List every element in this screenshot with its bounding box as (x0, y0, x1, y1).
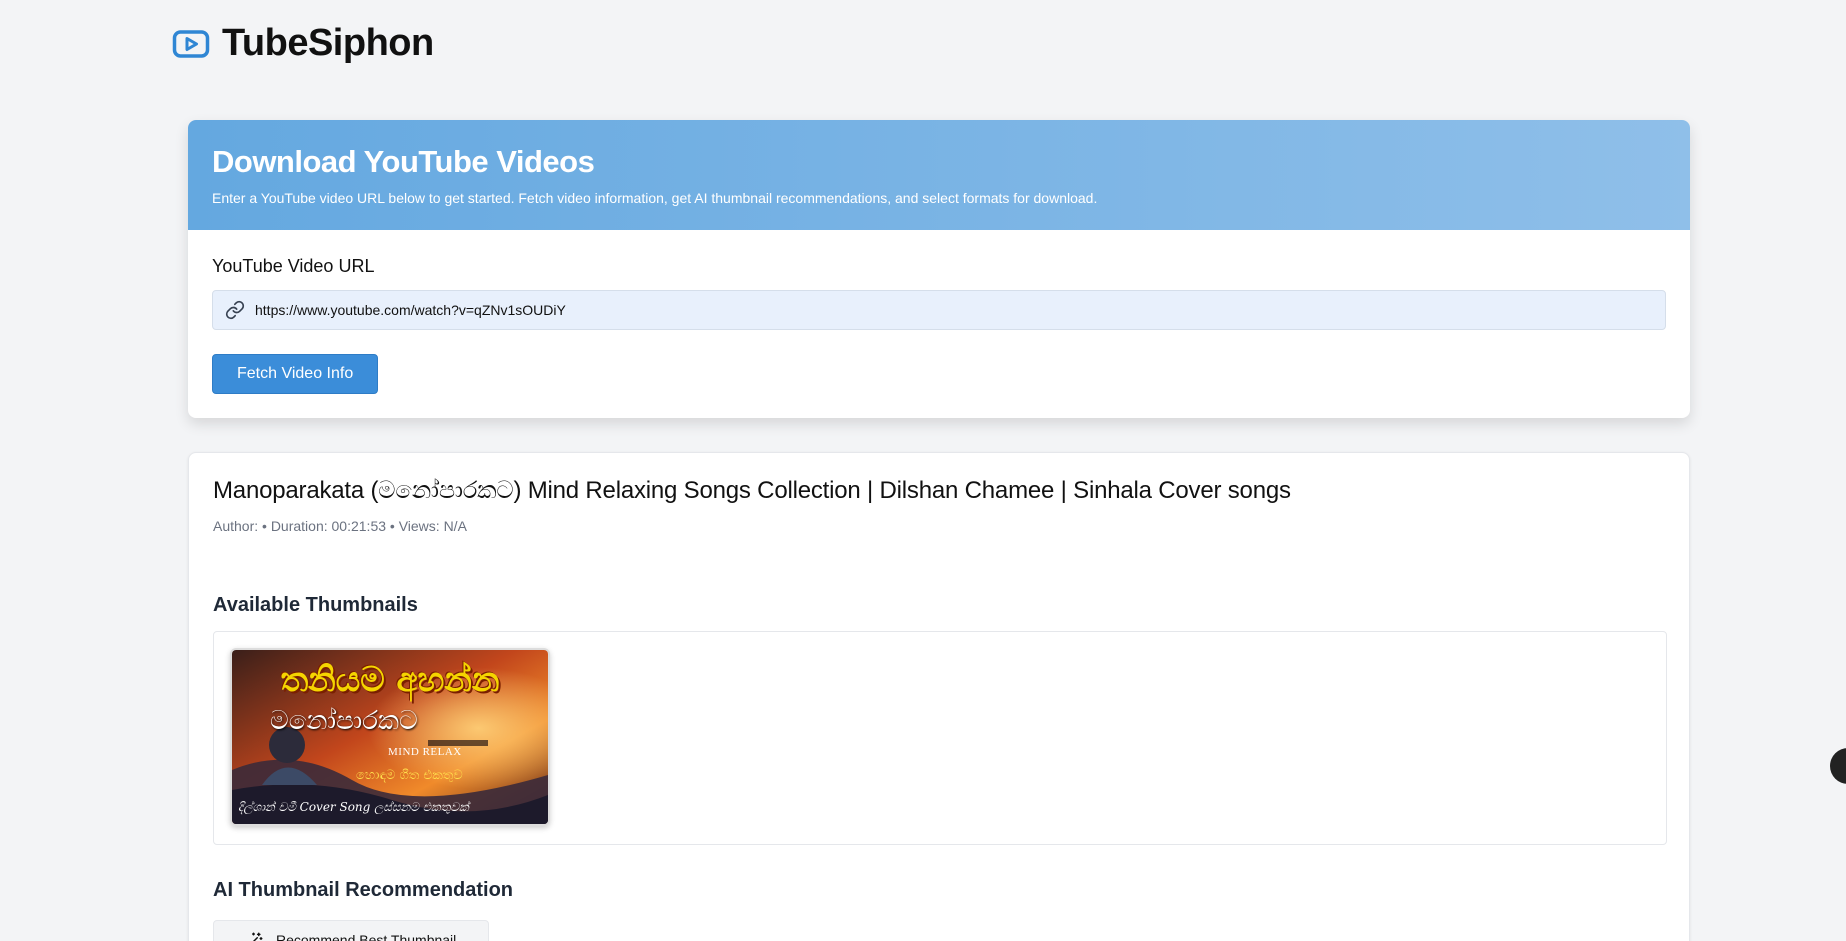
magic-wand-icon (252, 932, 263, 941)
thumbnail-image[interactable]: තනියම අහන්න මනෝපාරකට MIND RELAX හොඳම ගීත… (230, 648, 550, 826)
hero-subtitle: Enter a YouTube video URL below to get s… (212, 190, 1098, 206)
download-card: Download YouTube Videos Enter a YouTube … (188, 120, 1690, 418)
recommend-button-label: Recommend Best Thumbnail (276, 932, 457, 941)
link-icon (225, 300, 245, 320)
hero-title: Download YouTube Videos (212, 144, 595, 179)
url-field[interactable] (212, 290, 1666, 330)
ai-recommendation-heading: AI Thumbnail Recommendation (213, 879, 514, 901)
video-title: Manoparakata (මනෝපාරකට) Mind Relaxing So… (213, 477, 1291, 504)
url-form: YouTube Video URL Fetch Video Info (188, 230, 1690, 418)
thumbnails-heading: Available Thumbnails (213, 594, 418, 616)
hero-banner: Download YouTube Videos Enter a YouTube … (188, 120, 1690, 230)
recommend-thumbnail-button[interactable]: Recommend Best Thumbnail (213, 920, 490, 941)
thumbnail-tag: MIND RELAX (388, 746, 462, 758)
url-input[interactable] (255, 302, 1653, 318)
thumbnails-container: තනියම අහන්න මනෝපාරකට MIND RELAX හොඳම ගීත… (213, 631, 1667, 845)
brand-name[interactable]: TubeSiphon (222, 22, 434, 65)
top-bar: TubeSiphon (172, 22, 434, 65)
thumbnail-footer: දිල්ශාන් චමී Cover Song ලස්සනම එකතුවක් (238, 800, 469, 814)
play-square-icon[interactable] (172, 28, 210, 60)
video-info-card: Manoparakata (මනෝපාරකට) Mind Relaxing So… (188, 452, 1690, 941)
floating-widget-button[interactable] (1830, 748, 1846, 784)
fetch-video-info-button[interactable]: Fetch Video Info (212, 354, 379, 394)
thumbnail-script-title: මනෝපාරකට (270, 706, 418, 736)
thumbnail-subline: හොඳම ගීත එකතුව (356, 768, 463, 783)
url-label: YouTube Video URL (212, 256, 375, 276)
thumbnail-headline: තනියම අහන්න (280, 660, 500, 700)
video-meta: Author: • Duration: 00:21:53 • Views: N/… (213, 518, 467, 534)
